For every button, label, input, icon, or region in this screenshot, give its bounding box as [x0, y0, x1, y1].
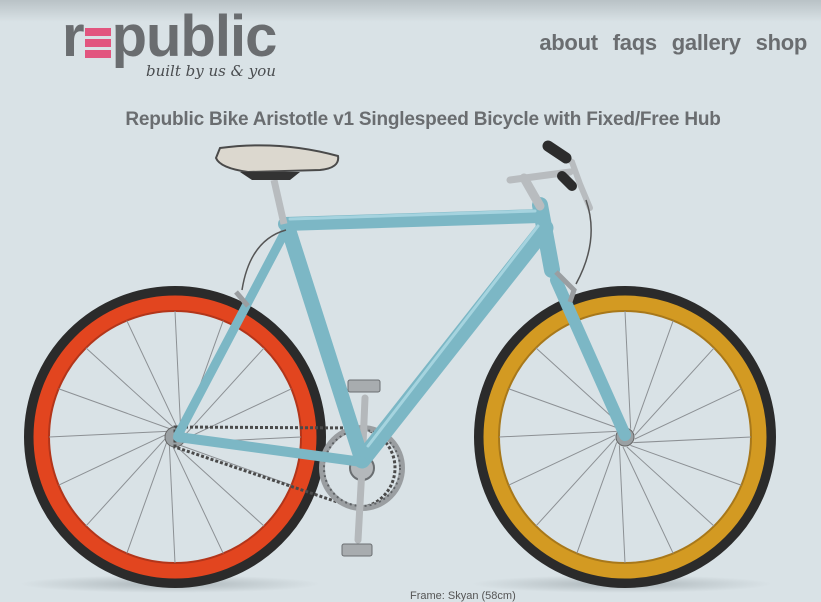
spoke [48, 430, 167, 438]
spoke [168, 445, 176, 564]
spoke [176, 446, 265, 527]
spoke [618, 445, 626, 564]
spoke [498, 430, 617, 438]
nav-about-link[interactable]: about [539, 30, 598, 56]
spoke [626, 446, 715, 527]
logo-wordmark: r public [62, 4, 277, 69]
nav-gallery-link[interactable]: gallery [672, 30, 741, 56]
spoke [634, 388, 742, 440]
spoke [622, 446, 674, 554]
spoke [633, 436, 752, 444]
spoke [85, 438, 166, 527]
frame-caption: Frame: Skyan (58cm) [410, 590, 516, 602]
spoke [172, 446, 224, 554]
spoke [85, 347, 174, 428]
spoke [174, 310, 182, 429]
saddle [214, 144, 340, 225]
logo[interactable]: r public built by us & you [62, 6, 292, 86]
logo-tagline: built by us & you [146, 62, 276, 80]
logo-e-stripes-icon [84, 16, 111, 58]
nav-shop-link[interactable]: shop [756, 30, 808, 56]
spoke [126, 320, 178, 428]
handlebar [506, 140, 593, 211]
nav-faqs-link[interactable]: faqs [613, 30, 657, 56]
product-title: Republic Bike Aristotle v1 Singlespeed B… [125, 108, 721, 130]
spoke [508, 434, 616, 486]
main-nav: about faqs gallery shop [539, 30, 807, 56]
bicycle-image[interactable] [0, 130, 821, 598]
spoke [58, 434, 166, 486]
frame [173, 197, 631, 469]
spoke [634, 347, 715, 436]
spoke [535, 438, 616, 527]
spoke [624, 310, 632, 429]
